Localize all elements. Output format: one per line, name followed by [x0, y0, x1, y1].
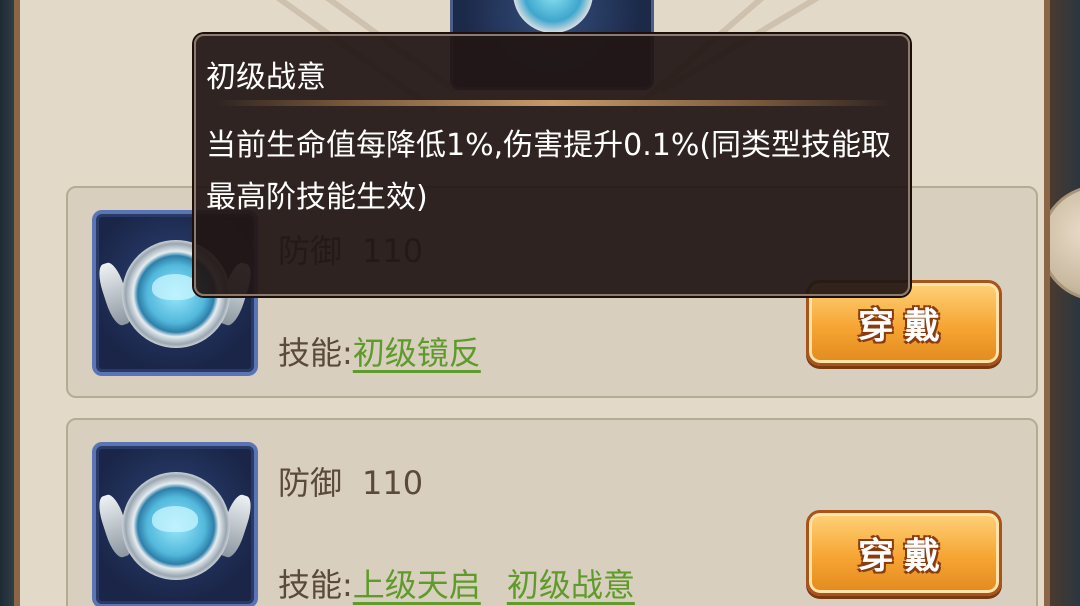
- shield-gem-icon: [513, 0, 593, 33]
- item-skills: 技能:上级天启 初级战意: [278, 560, 661, 606]
- stat-label: 防御: [278, 464, 343, 502]
- skill-tooltip: 初级战意 当前生命值每降低1%,伤害提升0.1%(同类型技能取最高阶技能生效): [194, 34, 910, 296]
- wing-emblem-icon: [152, 506, 198, 532]
- tooltip-divider: [216, 100, 890, 106]
- stat-value: 110: [362, 464, 424, 502]
- item-skills: 技能:初级镜反: [278, 328, 507, 374]
- wing-emblem-icon: [152, 274, 198, 300]
- background-right: [1050, 0, 1080, 606]
- item-card: 防御 110 技能:上级天启 初级战意 穿戴: [66, 418, 1038, 606]
- skill-link[interactable]: 上级天启: [353, 566, 481, 604]
- item-icon-slot[interactable]: [92, 442, 258, 606]
- skills-label: 技能:: [278, 334, 353, 372]
- tooltip-description: 当前生命值每降低1%,伤害提升0.1%(同类型技能取最高阶技能生效): [206, 128, 892, 215]
- skill-link[interactable]: 初级镜反: [353, 334, 481, 372]
- skills-label: 技能:: [278, 566, 353, 604]
- skill-link[interactable]: 初级战意: [507, 566, 635, 604]
- game-screen: 防御110 技能:初级镜反 穿戴 防御110 技能:上级天启初级战意 穿戴 初级…: [0, 0, 1080, 606]
- background-left: [0, 0, 14, 606]
- item-stat: 防御 110: [278, 458, 423, 504]
- equip-button[interactable]: 穿戴: [806, 510, 1002, 596]
- tooltip-title: 初级战意: [206, 60, 326, 95]
